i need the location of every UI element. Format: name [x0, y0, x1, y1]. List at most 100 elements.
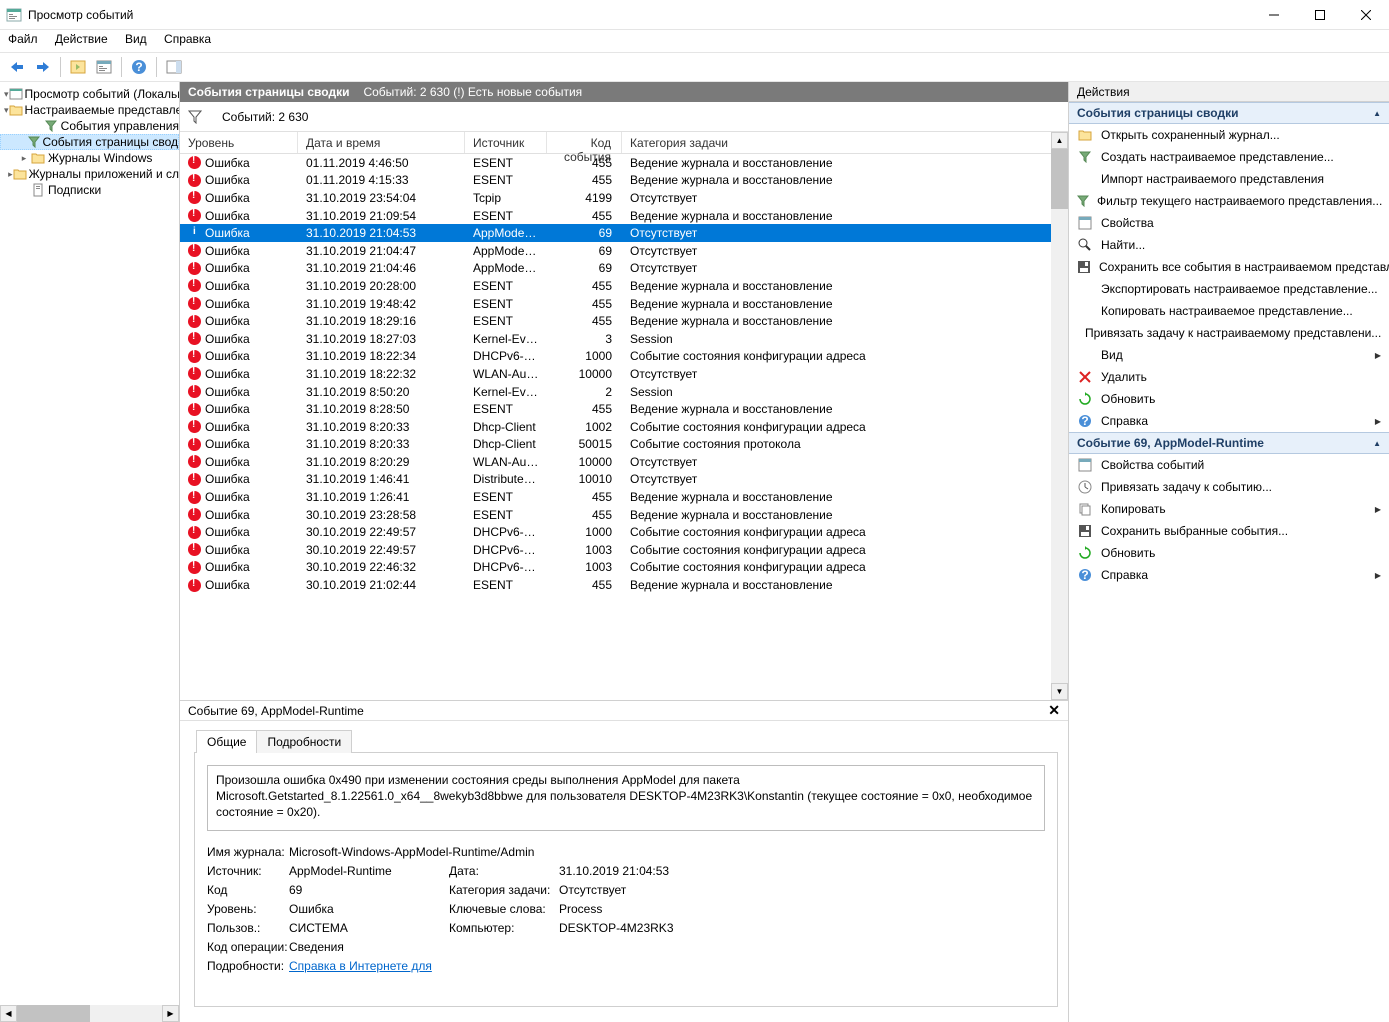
- cell-date: 31.10.2019 8:20:33: [298, 437, 465, 451]
- tab-details[interactable]: Подробности: [256, 730, 352, 753]
- action-find[interactable]: Найти...: [1069, 234, 1389, 256]
- action-copy-custom[interactable]: Копировать настраиваемое представление..…: [1069, 300, 1389, 322]
- action-help[interactable]: ?Справка: [1069, 410, 1389, 432]
- help-button[interactable]: ?: [128, 56, 150, 78]
- tree-subscriptions[interactable]: Подписки: [0, 182, 179, 198]
- cell-eventid: 455: [547, 173, 622, 187]
- column-date[interactable]: Дата и время: [298, 132, 465, 153]
- actions-section-event[interactable]: Событие 69, AppModel-Runtime▲: [1069, 432, 1389, 454]
- table-row[interactable]: Ошибка31.10.2019 18:22:34DHCPv6-Cli...10…: [180, 348, 1051, 366]
- table-row[interactable]: Ошибка31.10.2019 18:29:16ESENT455Ведение…: [180, 312, 1051, 330]
- column-category[interactable]: Категория задачи: [622, 132, 1068, 153]
- action-open-saved-log[interactable]: Открыть сохраненный журнал...: [1069, 124, 1389, 146]
- error-icon: [188, 420, 201, 433]
- cell-date: 01.11.2019 4:46:50: [298, 156, 465, 170]
- action-delete[interactable]: Удалить: [1069, 366, 1389, 388]
- table-row[interactable]: Ошибка31.10.2019 1:46:41Distributed...10…: [180, 471, 1051, 489]
- table-row[interactable]: Ошибка31.10.2019 8:20:33Dhcp-Client50015…: [180, 436, 1051, 454]
- menu-help[interactable]: Справка: [164, 32, 211, 46]
- menu-file[interactable]: Файл: [8, 32, 38, 46]
- navigation-tree: ▾ Просмотр событий (Локальн ▾ Настраивае…: [0, 82, 180, 1022]
- close-button[interactable]: [1343, 0, 1389, 29]
- action-refresh[interactable]: Обновить: [1069, 388, 1389, 410]
- cell-level: Ошибка: [205, 455, 250, 469]
- tree-summary-events[interactable]: События страницы свод: [0, 134, 179, 150]
- actions-section-summary[interactable]: События страницы сводки▲: [1069, 102, 1389, 124]
- action-event-properties[interactable]: Свойства событий: [1069, 454, 1389, 476]
- action-import-custom-view[interactable]: Импорт настраиваемого представления: [1069, 168, 1389, 190]
- table-row[interactable]: Ошибка31.10.2019 23:54:04Tcpip4199Отсутс…: [180, 189, 1051, 207]
- cell-category: Событие состояния конфигурации адреса: [622, 560, 1051, 574]
- tree-custom-views[interactable]: ▾ Настраиваемые представле: [0, 102, 179, 118]
- action-copy[interactable]: Копировать: [1069, 498, 1389, 520]
- action-create-custom-view[interactable]: Создать настраиваемое представление...: [1069, 146, 1389, 168]
- show-hide-tree-button[interactable]: [67, 56, 89, 78]
- online-help-link[interactable]: Справка в Интернете для: [289, 959, 432, 973]
- minimize-button[interactable]: [1251, 0, 1297, 29]
- detail-close-button[interactable]: ✕: [1048, 702, 1060, 719]
- table-row[interactable]: Ошибка31.10.2019 8:20:29WLAN-Auto...1000…: [180, 453, 1051, 471]
- table-row[interactable]: Ошибка31.10.2019 21:04:47AppModel-...69О…: [180, 242, 1051, 260]
- action-filter-current[interactable]: Фильтр текущего настраиваемого представл…: [1069, 190, 1389, 212]
- action-attach-task-event[interactable]: Привязать задачу к событию...: [1069, 476, 1389, 498]
- menu-view[interactable]: Вид: [125, 32, 147, 46]
- table-row[interactable]: Ошибка31.10.2019 21:04:53AppModel-...69О…: [180, 224, 1051, 242]
- table-row[interactable]: Ошибка30.10.2019 22:46:32DHCPv6-Cli...10…: [180, 559, 1051, 577]
- action-export-custom[interactable]: Экспортировать настраиваемое представлен…: [1069, 278, 1389, 300]
- tree-windows-logs[interactable]: ▸ Журналы Windows: [0, 150, 179, 166]
- table-row[interactable]: Ошибка31.10.2019 8:50:20Kernel-Even...2S…: [180, 383, 1051, 401]
- column-level[interactable]: Уровень: [180, 132, 298, 153]
- table-row[interactable]: Ошибка30.10.2019 23:28:58ESENT455Ведение…: [180, 506, 1051, 524]
- cell-category: Отсутствует: [622, 226, 1051, 240]
- table-row[interactable]: Ошибка31.10.2019 18:27:03Kernel-Even...3…: [180, 330, 1051, 348]
- table-row[interactable]: Ошибка31.10.2019 18:22:32WLAN-Auto...100…: [180, 365, 1051, 383]
- table-row[interactable]: Ошибка30.10.2019 22:49:57DHCPv6-Cli...10…: [180, 541, 1051, 559]
- action-view[interactable]: Вид: [1069, 344, 1389, 366]
- action-save-all[interactable]: Сохранить все события в настраиваемом пр…: [1069, 256, 1389, 278]
- action-refresh-event[interactable]: Обновить: [1069, 542, 1389, 564]
- tree-admin-events[interactable]: События управления: [0, 118, 179, 134]
- scroll-down-button[interactable]: ▼: [1051, 683, 1068, 700]
- table-row[interactable]: Ошибка30.10.2019 21:02:44ESENT455Ведение…: [180, 576, 1051, 594]
- forward-button[interactable]: [32, 56, 54, 78]
- show-hide-action-pane-button[interactable]: [163, 56, 185, 78]
- scroll-thumb[interactable]: [1051, 149, 1068, 209]
- table-row[interactable]: Ошибка31.10.2019 8:20:33Dhcp-Client1002С…: [180, 418, 1051, 436]
- action-attach-task[interactable]: Привязать задачу к настраиваемому предст…: [1069, 322, 1389, 344]
- cell-category: Отсутствует: [622, 261, 1051, 275]
- table-row[interactable]: Ошибка01.11.2019 4:46:50ESENT455Ведение …: [180, 154, 1051, 172]
- table-row[interactable]: Ошибка30.10.2019 22:49:57DHCPv6-Cli...10…: [180, 523, 1051, 541]
- action-properties[interactable]: Свойства: [1069, 212, 1389, 234]
- action-help-event[interactable]: ?Справка: [1069, 564, 1389, 586]
- menu-action[interactable]: Действие: [55, 32, 108, 46]
- funnel-icon[interactable]: [188, 110, 202, 124]
- maximize-button[interactable]: [1297, 0, 1343, 29]
- tab-general[interactable]: Общие: [196, 730, 257, 753]
- properties-button[interactable]: [93, 56, 115, 78]
- scroll-left-button[interactable]: ◀: [0, 1005, 17, 1022]
- scroll-up-button[interactable]: ▲: [1051, 132, 1068, 149]
- table-row[interactable]: Ошибка01.11.2019 4:15:33ESENT455Ведение …: [180, 172, 1051, 190]
- table-row[interactable]: Ошибка31.10.2019 8:28:50ESENT455Ведение …: [180, 400, 1051, 418]
- column-eventid[interactable]: Код события: [547, 132, 622, 153]
- column-source[interactable]: Источник: [465, 132, 547, 153]
- table-row[interactable]: Ошибка31.10.2019 1:26:41ESENT455Ведение …: [180, 488, 1051, 506]
- table-row[interactable]: Ошибка31.10.2019 21:09:54ESENT455Ведение…: [180, 207, 1051, 225]
- table-row[interactable]: Ошибка31.10.2019 20:28:00ESENT455Ведение…: [180, 277, 1051, 295]
- copy-icon: [1077, 501, 1093, 517]
- table-row[interactable]: Ошибка31.10.2019 19:48:42ESENT455Ведение…: [180, 295, 1051, 313]
- tree-app-service-logs[interactable]: ▸ Журналы приложений и сл: [0, 166, 179, 182]
- cell-date: 31.10.2019 21:04:53: [298, 226, 465, 240]
- back-button[interactable]: [6, 56, 28, 78]
- error-icon: [188, 315, 201, 328]
- scroll-right-button[interactable]: ▶: [162, 1005, 179, 1022]
- tree-horizontal-scrollbar[interactable]: ◀ ▶: [0, 1005, 179, 1022]
- cell-category: Событие состояния конфигурации адреса: [622, 420, 1051, 434]
- grid-vertical-scrollbar[interactable]: ▲ ▼: [1051, 132, 1068, 700]
- table-row[interactable]: Ошибка31.10.2019 21:04:46AppModel-...69О…: [180, 260, 1051, 278]
- tree-root[interactable]: ▾ Просмотр событий (Локальн: [0, 86, 179, 102]
- event-count-label: Событий: 2 630: [222, 110, 308, 124]
- scroll-thumb[interactable]: [17, 1005, 90, 1022]
- expand-icon[interactable]: ▸: [18, 152, 30, 164]
- action-save-selected[interactable]: Сохранить выбранные события...: [1069, 520, 1389, 542]
